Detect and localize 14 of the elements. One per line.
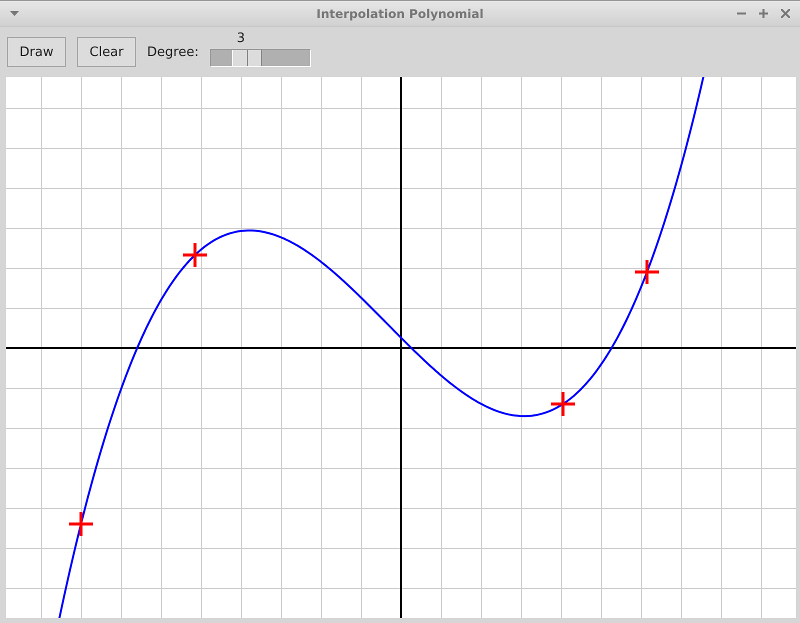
toolbar-button[interactable]: Draw [7, 37, 66, 67]
window-menu-icon[interactable] [10, 11, 19, 16]
degree-value: 3 [236, 31, 245, 46]
window-title: Interpolation Polynomial [315, 6, 485, 20]
point-marker[interactable] [182, 242, 208, 268]
toolbar-button[interactable]: Clear [77, 37, 136, 67]
point-marker[interactable] [634, 258, 660, 286]
maximize-icon[interactable] [759, 9, 768, 18]
degree-label: Degree: [147, 44, 199, 60]
slider-thumb[interactable] [232, 50, 262, 66]
point-marker[interactable] [550, 390, 576, 418]
point-marker[interactable] [68, 510, 94, 538]
degree-slider[interactable] [210, 49, 311, 67]
close-icon[interactable] [781, 9, 790, 18]
